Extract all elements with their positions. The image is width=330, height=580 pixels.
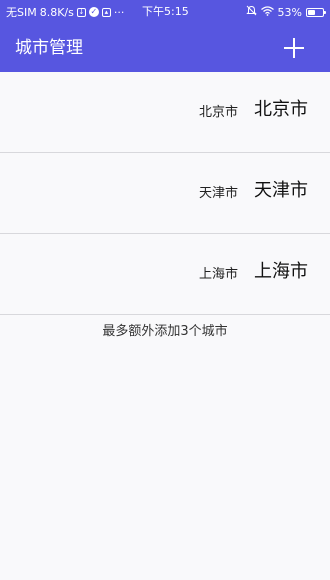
city-row[interactable]: 上海市 上海市	[0, 234, 330, 315]
city-limit-note: 最多额外添加3个城市	[102, 324, 228, 339]
carrier-label: 无SIM	[6, 6, 37, 19]
city-name-small: 北京市	[198, 105, 238, 120]
add-city-button[interactable]	[280, 34, 308, 62]
status-bar: 无SIM 8.8K/s ↓ ✓ ▴ ··· 下午5:15 53%	[0, 0, 330, 24]
alarm-muted-icon	[245, 5, 257, 19]
city-name-small: 上海市	[198, 267, 238, 282]
city-name-large: 北京市	[254, 99, 308, 120]
city-list: 北京市 北京市天津市 天津市上海市 上海市	[0, 72, 330, 315]
status-right-group: 53%	[245, 5, 326, 19]
city-row[interactable]: 北京市 北京市	[0, 72, 330, 153]
city-name-large: 天津市	[254, 180, 308, 201]
more-notifications-icon: ···	[113, 5, 125, 19]
status-left-group: 无SIM 8.8K/s ↓ ✓ ▴ ···	[6, 4, 124, 20]
battery-icon	[306, 7, 326, 17]
battery-level-fill	[308, 9, 316, 15]
network-speed: 8.8K/s	[39, 5, 74, 19]
page-title: 城市管理	[15, 38, 83, 58]
battery-percent: 53%	[277, 5, 302, 19]
check-icon: ✓	[88, 7, 99, 17]
city-row[interactable]: 天津市 天津市	[0, 153, 330, 234]
app-bar: 城市管理	[0, 24, 330, 72]
status-time: 下午5:15	[142, 5, 189, 18]
wifi-icon	[260, 5, 274, 19]
image-icon: ▴	[101, 7, 111, 17]
city-name-large: 上海市	[254, 261, 308, 282]
download-icon: ↓	[76, 7, 86, 17]
city-name-small: 天津市	[198, 186, 238, 201]
